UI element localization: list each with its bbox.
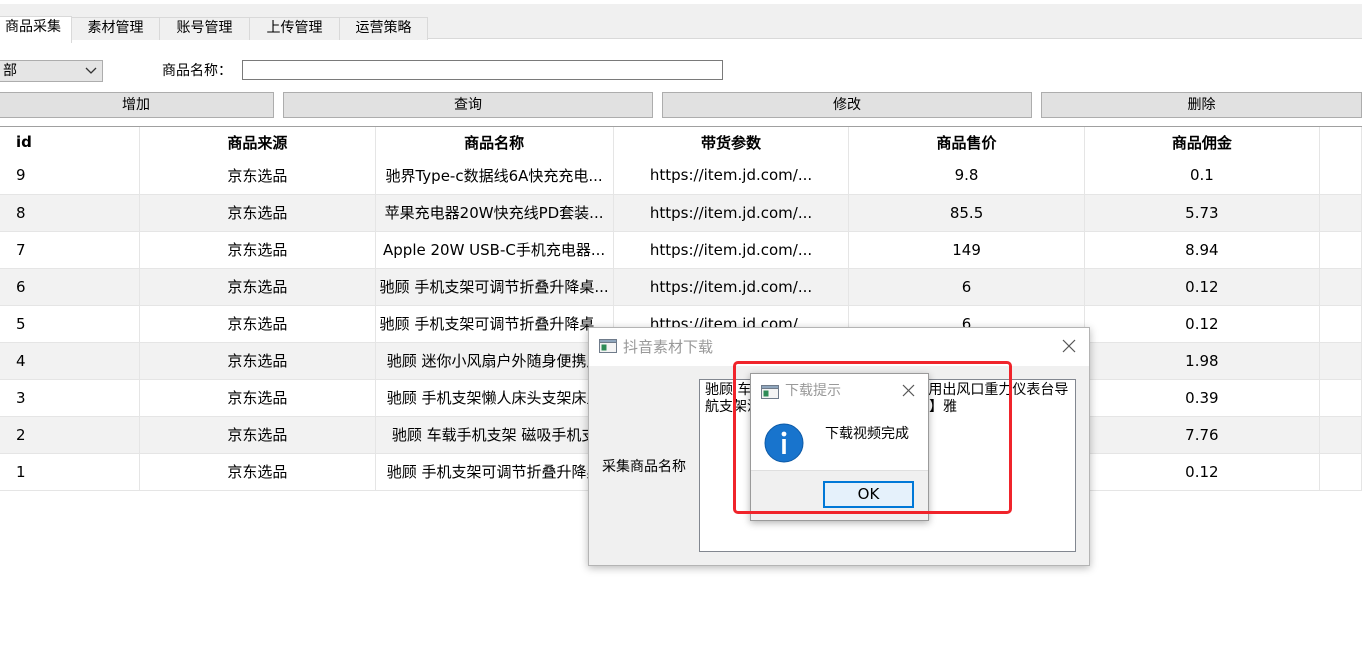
cell-extra [1319,379,1362,417]
cell-extra [1319,416,1362,454]
cell-name: 驰顾 车载手机支架 磁吸手机支 [375,416,614,454]
column-header-extra [1319,127,1362,157]
column-header-id[interactable]: id [0,127,141,157]
cell-params: https://item.jd.com/... [613,231,850,269]
cell-commission: 1.98 [1084,342,1321,380]
category-combo[interactable]: 部 [0,60,103,82]
cell-source: 京东选品 [139,342,376,380]
message-box-footer: OK [751,470,928,520]
app-window-icon [599,339,617,353]
cell-price: 9.8 [848,157,1085,195]
cell-name: 驰顾 迷你小风扇户外随身便携风 [375,342,614,380]
table-row[interactable]: 8 京东选品 苹果充电器20W快充线PD套装... https://item.j… [0,194,1362,232]
chevron-down-icon [85,67,97,74]
cell-extra [1319,194,1362,232]
tab-account-manage[interactable]: 账号管理 [159,17,250,40]
cell-name: 驰顾 手机支架可调节折叠升降桌... [375,305,614,343]
category-combo-value: 部 [3,63,17,79]
cell-source: 京东选品 [139,305,376,343]
cell-extra [1319,268,1362,306]
cell-source: 京东选品 [139,453,376,491]
tab-label: 商品采集 [5,19,61,35]
tab-material-manage[interactable]: 素材管理 [71,17,160,40]
tab-label: 上传管理 [266,20,323,36]
cell-price: 85.5 [848,194,1085,232]
column-header-price[interactable]: 商品售价 [848,127,1085,157]
table-row[interactable]: 7 京东选品 Apple 20W USB-C手机充电器... https://i… [0,231,1362,269]
cell-source: 京东选品 [139,416,376,454]
message-box-title: 下载提示 [785,383,841,399]
message-box-text: 下载视频完成 [825,426,909,442]
cell-name: 苹果充电器20W快充线PD套装... [375,194,614,232]
close-icon[interactable] [1061,338,1077,354]
cell-extra [1319,157,1362,195]
cell-name: 驰顾 手机支架懒人床头支架床上 [375,379,614,417]
collect-product-name-label: 采集商品名称 [602,459,686,475]
window-title-bar[interactable]: 抖音素材下载 [589,328,1089,366]
tab-product-collect[interactable]: 商品采集 [0,16,72,43]
add-button[interactable]: 增加 [0,92,274,118]
tab-label: 运营策略 [355,20,412,36]
app-window-icon [761,385,779,399]
info-icon [764,423,804,463]
column-header-source[interactable]: 商品来源 [139,127,376,157]
cell-id: 5 [0,305,141,343]
delete-button[interactable]: 删除 [1041,92,1362,118]
cell-id: 6 [0,268,141,306]
tab-operation-strategy[interactable]: 运营策略 [339,17,428,40]
cell-price: 6 [848,268,1085,306]
table-row[interactable]: 6 京东选品 驰顾 手机支架可调节折叠升降桌... https://item.j… [0,268,1362,306]
cell-name: Apple 20W USB-C手机充电器... [375,231,614,269]
query-button[interactable]: 查询 [283,92,653,118]
close-icon[interactable] [901,383,916,398]
cell-extra [1319,453,1362,491]
cell-name: 驰顾 手机支架可调节折叠升降桌... [375,268,614,306]
cell-source: 京东选品 [139,268,376,306]
cell-id: 7 [0,231,141,269]
column-header-commission[interactable]: 商品佣金 [1084,127,1321,157]
cell-extra [1319,231,1362,269]
cell-id: 8 [0,194,141,232]
cell-source: 京东选品 [139,194,376,232]
product-name-label: 商品名称： [162,63,232,79]
cell-commission: 0.12 [1084,305,1321,343]
cell-name: 驰顾 手机支架可调节折叠升降桌 [375,453,614,491]
cell-price: 149 [848,231,1085,269]
cell-commission: 0.12 [1084,268,1321,306]
cell-source: 京东选品 [139,231,376,269]
cell-extra [1319,342,1362,380]
cell-params: https://item.jd.com/... [613,157,850,195]
cell-commission: 7.76 [1084,416,1321,454]
cell-id: 2 [0,416,141,454]
cell-id: 1 [0,453,141,491]
tab-label: 素材管理 [87,20,144,36]
column-header-params[interactable]: 带货参数 [613,127,850,157]
cell-params: https://item.jd.com/... [613,194,850,232]
table-header-row: id 商品来源 商品名称 带货参数 商品售价 商品佣金 [0,127,1362,157]
cell-id: 9 [0,157,141,195]
product-name-input[interactable] [242,60,723,80]
tab-label: 账号管理 [176,20,233,36]
ok-button[interactable]: OK [823,481,914,508]
tab-bar: 商品采集 素材管理 账号管理 上传管理 运营策略 [0,4,1362,43]
window-title: 抖音素材下载 [623,338,714,356]
cell-name: 驰界Type-c数据线6A快充充电... [375,157,614,195]
cell-params: https://item.jd.com/... [613,268,850,306]
tab-upload-manage[interactable]: 上传管理 [249,17,340,40]
cell-commission: 0.1 [1084,157,1321,195]
cell-id: 3 [0,379,141,417]
cell-commission: 0.12 [1084,453,1321,491]
cell-commission: 5.73 [1084,194,1321,232]
cell-id: 4 [0,342,141,380]
cell-commission: 0.39 [1084,379,1321,417]
edit-button[interactable]: 修改 [662,92,1032,118]
table-row[interactable]: 9 京东选品 驰界Type-c数据线6A快充充电... https://item… [0,157,1362,195]
cell-commission: 8.94 [1084,231,1321,269]
column-header-name[interactable]: 商品名称 [375,127,614,157]
cell-source: 京东选品 [139,379,376,417]
download-message-box: 下载提示 下载视频完成 OK [750,373,929,521]
cell-source: 京东选品 [139,157,376,195]
cell-extra [1319,305,1362,343]
